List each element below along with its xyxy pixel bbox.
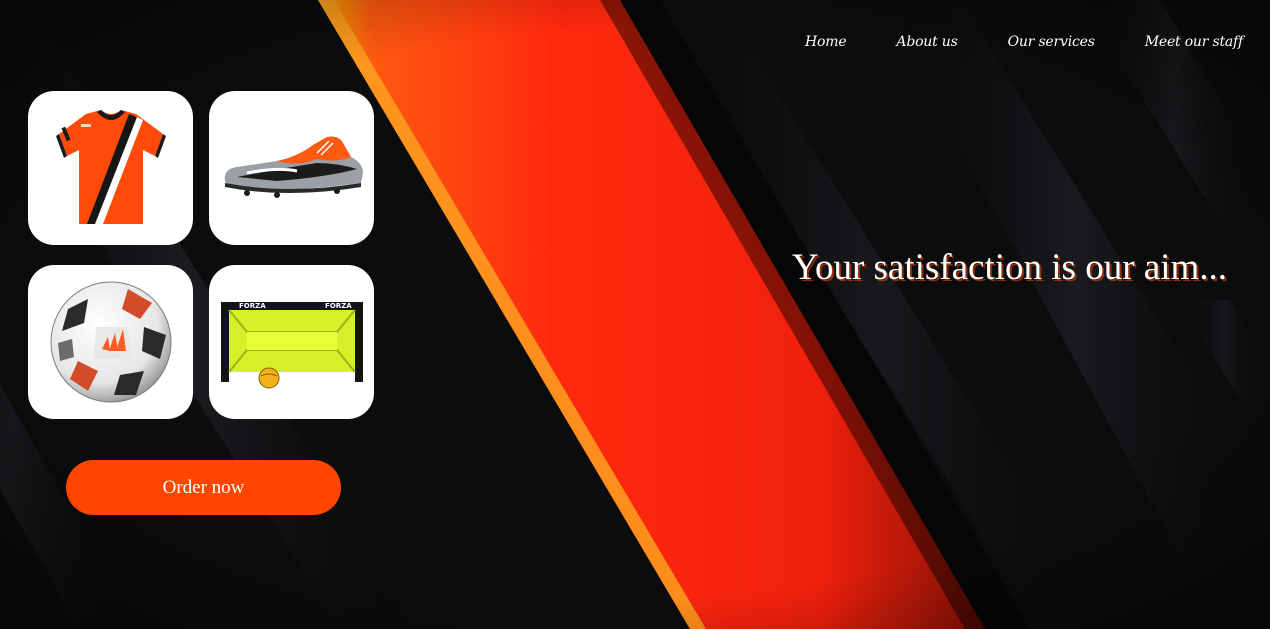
hero-section: Home About us Our services Meet our staf… xyxy=(0,0,1270,629)
product-tile-jersey[interactable] xyxy=(28,91,193,245)
boot-icon xyxy=(224,136,363,198)
nav-meet-our-staff[interactable]: Meet our staff xyxy=(1145,34,1243,50)
product-gallery: FORZA FORZA xyxy=(28,91,374,419)
svg-text:FORZA: FORZA xyxy=(239,302,266,310)
product-tile-goal[interactable]: FORZA FORZA xyxy=(209,265,374,419)
ball-icon xyxy=(50,281,171,403)
jersey-icon xyxy=(55,110,166,224)
svg-text:FORZA: FORZA xyxy=(325,302,352,310)
nav-about-us[interactable]: About us xyxy=(896,34,957,50)
nav-home[interactable]: Home xyxy=(805,34,847,50)
hero-tagline: Your satisfaction is our aim... xyxy=(791,247,1227,288)
main-nav: Home About us Our services Meet our staf… xyxy=(805,34,1270,50)
order-now-button[interactable]: Order now xyxy=(66,460,341,515)
goal-icon: FORZA FORZA xyxy=(220,302,363,389)
product-tile-ball[interactable] xyxy=(28,265,193,419)
product-tile-boot[interactable] xyxy=(209,91,374,245)
nav-our-services[interactable]: Our services xyxy=(1008,34,1095,50)
